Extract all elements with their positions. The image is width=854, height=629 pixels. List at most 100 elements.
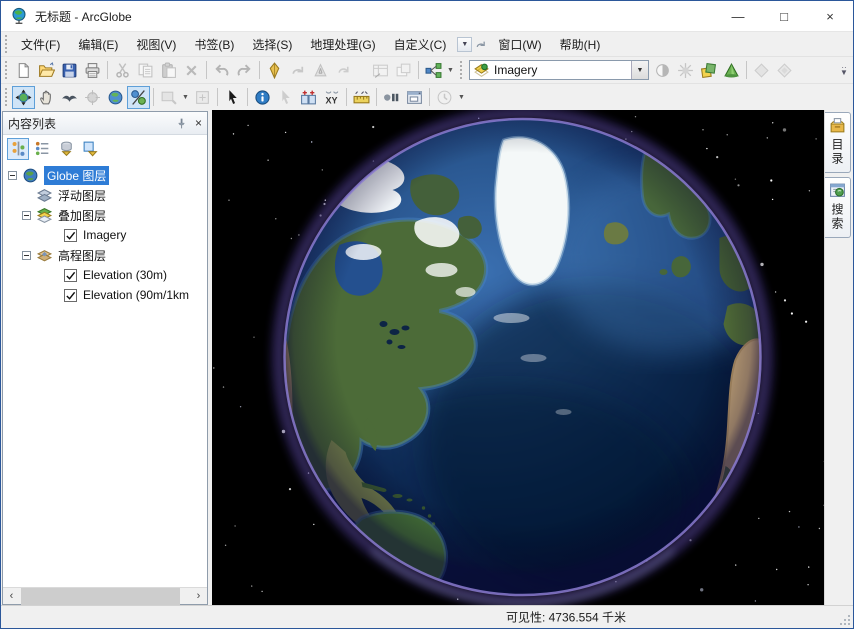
scroll-thumb[interactable] bbox=[21, 588, 180, 605]
surface-mode-button[interactable] bbox=[127, 86, 150, 109]
pin-icon[interactable] bbox=[175, 117, 188, 130]
brightness-star-button[interactable] bbox=[674, 59, 697, 82]
swap-layers-button[interactable] bbox=[697, 59, 720, 82]
list-by-visibility-button[interactable] bbox=[55, 138, 77, 160]
collapse-box[interactable] bbox=[8, 171, 17, 180]
list-by-source-button[interactable] bbox=[31, 138, 53, 160]
menu-selection[interactable]: 选择(S) bbox=[243, 32, 301, 57]
full-extent-globe-icon bbox=[107, 89, 124, 106]
close-panel-icon[interactable]: × bbox=[195, 116, 202, 130]
collapse-box[interactable] bbox=[22, 251, 31, 260]
time-slider-button[interactable] bbox=[433, 86, 456, 109]
arcglobe-app-icon bbox=[10, 7, 28, 25]
tab-search[interactable]: 搜索 bbox=[825, 177, 851, 238]
viewer-window-button[interactable] bbox=[403, 86, 426, 109]
redo-small-button[interactable] bbox=[286, 59, 309, 82]
center-target-button[interactable] bbox=[81, 86, 104, 109]
menu-edit[interactable]: 编辑(E) bbox=[69, 32, 127, 57]
toolbar-grip[interactable] bbox=[4, 88, 8, 106]
select-features-arrow-button[interactable] bbox=[221, 86, 244, 109]
adjust-a-button[interactable] bbox=[309, 59, 332, 82]
identify-info-button[interactable] bbox=[251, 86, 274, 109]
add-bookmark-button[interactable] bbox=[297, 86, 320, 109]
fly-bird-button[interactable] bbox=[58, 86, 81, 109]
fixed-zoom-button[interactable] bbox=[191, 86, 214, 109]
add-data-pen-button[interactable] bbox=[263, 59, 286, 82]
dropdown-arrow[interactable]: ▼ bbox=[456, 86, 467, 108]
menu-bookmarks[interactable]: 书签(B) bbox=[185, 32, 243, 57]
menu-help[interactable]: 帮助(H) bbox=[551, 32, 610, 57]
pan-hand-button[interactable] bbox=[35, 86, 58, 109]
navigate-globe-button[interactable] bbox=[12, 86, 35, 109]
tree-item[interactable]: Elevation (90m/1km bbox=[3, 285, 207, 305]
minimize-button[interactable]: — bbox=[715, 1, 761, 31]
cone-3d-button[interactable] bbox=[720, 59, 743, 82]
menu-customize[interactable]: 自定义(C) bbox=[385, 32, 456, 57]
scroll-right-arrow[interactable]: › bbox=[190, 588, 207, 605]
svg-text:XY: XY bbox=[325, 95, 337, 105]
print-button[interactable] bbox=[81, 59, 104, 82]
maximize-button[interactable]: □ bbox=[761, 1, 807, 31]
diamond-b-button[interactable] bbox=[773, 59, 796, 82]
add-bookmark-icon bbox=[300, 89, 317, 106]
cut-button[interactable] bbox=[111, 59, 134, 82]
arcglobe-app-icon bbox=[10, 7, 28, 25]
redo-button[interactable] bbox=[233, 59, 256, 82]
full-extent-globe-button[interactable] bbox=[104, 86, 127, 109]
contrast-button[interactable] bbox=[651, 59, 674, 82]
diamond-a-button[interactable] bbox=[750, 59, 773, 82]
tab-catalog[interactable]: 目录 bbox=[825, 112, 851, 173]
combo-dropdown-arrow[interactable]: ▼ bbox=[631, 61, 648, 79]
menubar-grip[interactable] bbox=[4, 35, 8, 53]
menu-file[interactable]: 文件(F) bbox=[12, 32, 69, 57]
measure-ruler-button[interactable] bbox=[350, 86, 373, 109]
toolbar-grip[interactable] bbox=[4, 61, 8, 79]
tree-item[interactable]: 浮动图层 bbox=[3, 185, 207, 205]
toolbar-overflow-button[interactable]: ··▼ bbox=[837, 65, 851, 75]
save-button[interactable] bbox=[58, 59, 81, 82]
table-window-button[interactable] bbox=[369, 59, 392, 82]
zoom-target-button[interactable] bbox=[157, 86, 180, 109]
tree-item[interactable]: Globe 图层 bbox=[3, 165, 207, 185]
animation-controls-button[interactable] bbox=[380, 86, 403, 109]
menu-geoprocessing[interactable]: 地理处理(G) bbox=[301, 32, 384, 57]
new-document-button[interactable] bbox=[12, 59, 35, 82]
tree-item[interactable]: Imagery bbox=[3, 225, 207, 245]
modelbuilder-button[interactable] bbox=[422, 59, 445, 82]
visibility-checkbox[interactable] bbox=[64, 229, 77, 242]
layer-label: 叠加图层 bbox=[58, 207, 106, 224]
tree-item[interactable]: 叠加图层 bbox=[3, 205, 207, 225]
dropdown-mini-button[interactable]: ▼ bbox=[457, 37, 472, 52]
overlay-window-button[interactable] bbox=[392, 59, 415, 82]
titlebar: 无标题 - ArcGlobe —□× bbox=[1, 1, 853, 31]
visibility-checkbox[interactable] bbox=[64, 269, 77, 282]
dropdown-arrow[interactable]: ▼ bbox=[180, 86, 191, 108]
arrow-curl-small-button[interactable] bbox=[332, 59, 355, 82]
toc-horizontal-scrollbar[interactable]: ‹ › bbox=[3, 587, 207, 604]
layer-of-interest-combo[interactable]: Imagery▼ bbox=[469, 60, 649, 80]
tree-item[interactable]: 高程图层 bbox=[3, 245, 207, 265]
visibility-checkbox[interactable] bbox=[64, 289, 77, 302]
menu-window[interactable]: 窗口(W) bbox=[489, 32, 550, 57]
undo-button[interactable] bbox=[210, 59, 233, 82]
list-by-drawing-order-button[interactable] bbox=[7, 138, 29, 160]
tree-item[interactable]: Elevation (30m) bbox=[3, 265, 207, 285]
close-button[interactable]: × bbox=[807, 1, 853, 31]
layer-label: Globe 图层 bbox=[44, 166, 109, 185]
list-by-selection-button[interactable] bbox=[79, 138, 101, 160]
toc-title: 内容列表 bbox=[8, 115, 56, 132]
dropdown-arrow[interactable]: ▼ bbox=[445, 59, 456, 81]
menu-view[interactable]: 视图(V) bbox=[127, 32, 185, 57]
select-elements-arrow-button[interactable] bbox=[274, 86, 297, 109]
toolbar-grip[interactable] bbox=[459, 61, 463, 79]
paste-button[interactable] bbox=[157, 59, 180, 82]
resize-grip[interactable] bbox=[839, 614, 851, 626]
open-folder-button[interactable] bbox=[35, 59, 58, 82]
delete-x-button[interactable] bbox=[180, 59, 203, 82]
arcglobe-window: 无标题 - ArcGlobe —□× 文件(F)编辑(E)视图(V)书签(B)选… bbox=[0, 0, 854, 629]
go-to-xy-button[interactable]: XY bbox=[320, 86, 343, 109]
copy-button[interactable] bbox=[134, 59, 157, 82]
scroll-left-arrow[interactable]: ‹ bbox=[3, 588, 20, 605]
globe-viewport[interactable] bbox=[212, 110, 824, 605]
collapse-box[interactable] bbox=[22, 211, 31, 220]
